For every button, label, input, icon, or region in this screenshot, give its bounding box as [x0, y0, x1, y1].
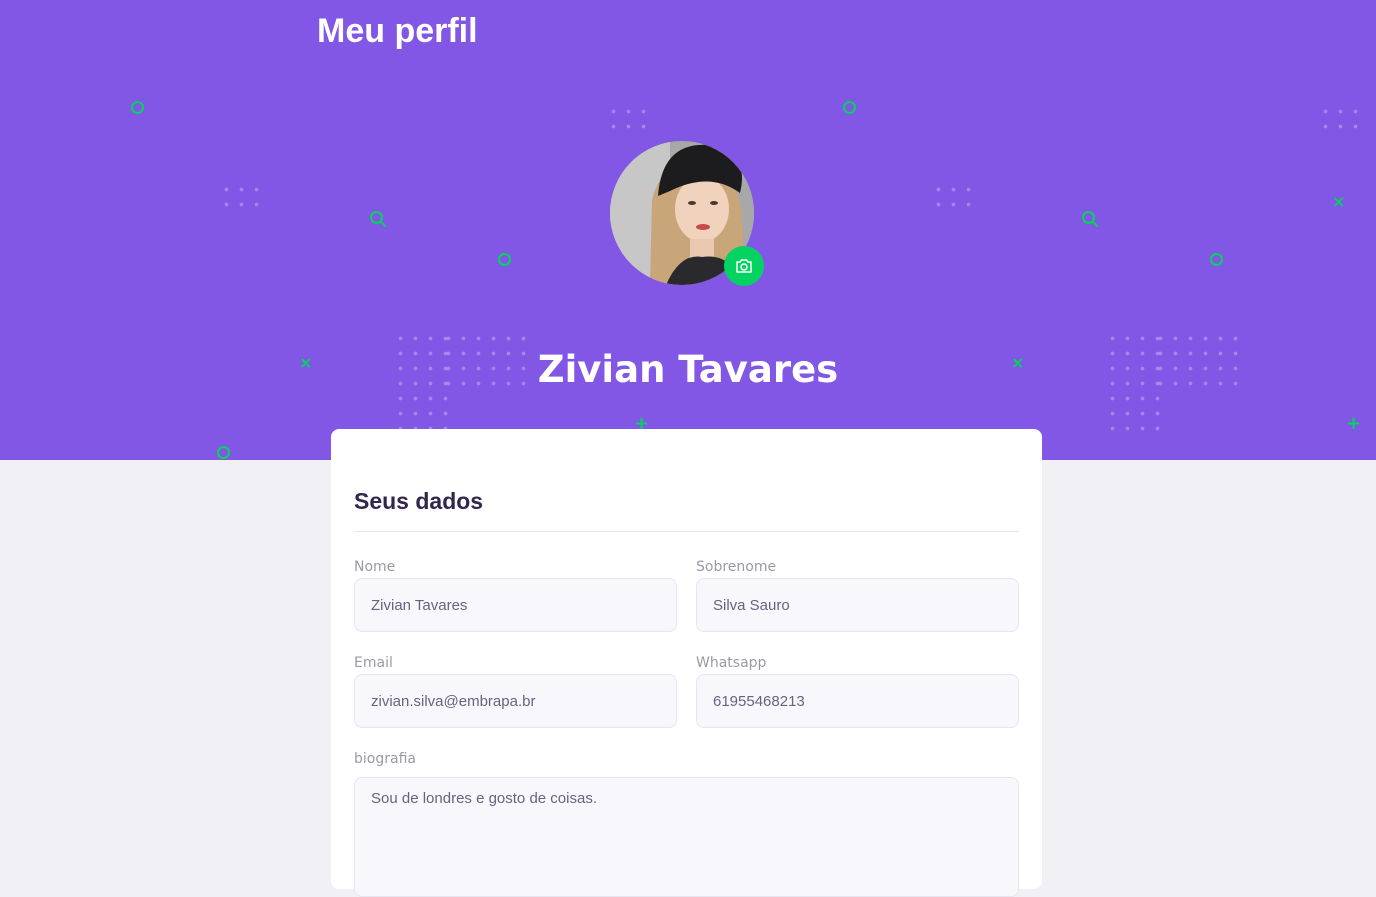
change-photo-button[interactable]	[724, 246, 764, 286]
bio-label: biografia	[354, 751, 416, 767]
camera-icon	[736, 259, 752, 273]
ring-decoration	[1210, 253, 1223, 266]
search-icon	[370, 211, 386, 227]
page-title: Meu perfil	[317, 12, 478, 50]
ring-decoration	[131, 101, 144, 114]
profile-header: Meu perfil × × × + + Zivian Tavares	[0, 0, 1376, 460]
bio-textarea[interactable]: Sou de londres e gosto de coisas.	[354, 777, 1019, 897]
dot-grid-decoration	[606, 104, 651, 134]
whatsapp-field[interactable]	[696, 674, 1019, 728]
last-name-input[interactable]	[696, 578, 1019, 632]
ring-decoration	[843, 101, 856, 114]
dot-grid-decoration	[219, 182, 264, 212]
x-decoration: ×	[1332, 192, 1346, 211]
profile-form-card: Seus dados Nome Sobrenome Email Whatsapp…	[331, 429, 1042, 897]
plus-decoration: +	[1346, 413, 1362, 434]
dot-grid-decoration	[931, 182, 976, 212]
last-name-label: Sobrenome	[696, 559, 777, 575]
dot-grid-decoration	[1318, 104, 1363, 134]
avatar-container	[610, 141, 764, 286]
email-field[interactable]	[354, 674, 677, 728]
first-name-input[interactable]	[354, 578, 677, 632]
section-title: Seus dados	[354, 488, 484, 514]
ring-decoration	[498, 253, 511, 266]
whatsapp-label: Whatsapp	[696, 655, 767, 671]
profile-name: Zivian Tavares	[537, 348, 839, 391]
divider	[354, 531, 1019, 532]
email-label: Email	[354, 655, 393, 671]
ring-decoration	[217, 446, 230, 459]
first-name-label: Nome	[354, 559, 396, 575]
search-icon	[1082, 211, 1098, 227]
